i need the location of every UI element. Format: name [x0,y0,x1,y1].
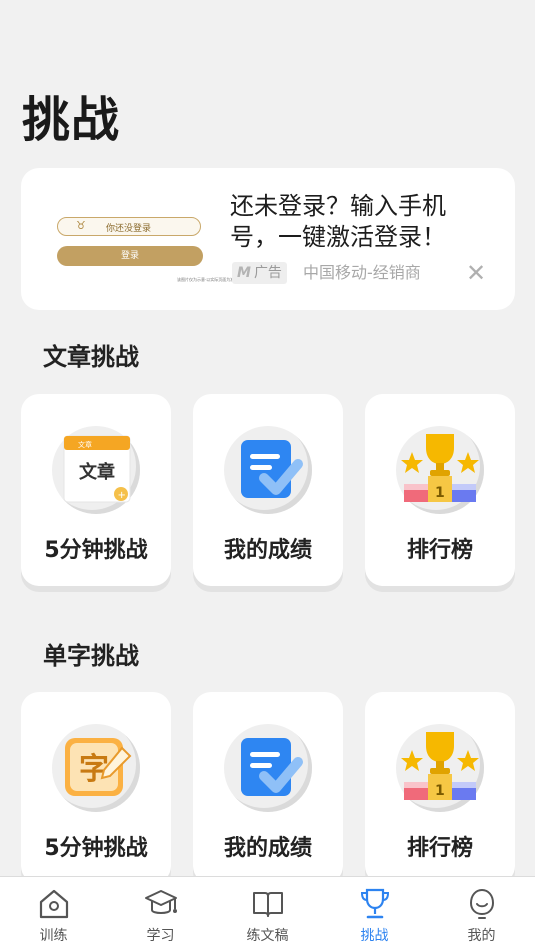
card-label: 我的成绩 [223,836,312,861]
svg-text:1: 1 [435,485,445,501]
card-article-leaderboard[interactable]: 1 排行榜 [365,394,515,586]
nav-label: 练文稿 [246,928,289,944]
bottom-nav: 训练 学习 练文稿 挑战 我的 [0,876,535,952]
close-icon[interactable]: ✕ [466,259,486,287]
section-title-article: 文章挑战 [43,343,139,371]
ad-thumb-pill-text: 你还没登录 [106,224,152,234]
svg-text:文章: 文章 [79,461,115,483]
nav-label: 训练 [39,928,68,944]
user-icon: ♉ [76,219,86,232]
nav-label: 我的 [467,928,496,944]
ad-tag-label: 广告 [253,265,282,281]
ad-thumb-login-button: 登录 [57,246,203,266]
card-label: 5分钟挑战 [44,836,148,861]
svg-text:1: 1 [435,783,445,799]
trophy-podium-icon: 1 [396,724,484,812]
card-label: 排行榜 [406,836,473,861]
card-character-scores[interactable]: 我的成绩 [193,692,343,884]
score-doc-icon [224,724,312,812]
article-calendar-icon: 文章 文章 + [52,426,140,514]
nav-item-me[interactable]: 我的 [428,877,535,952]
ad-thumbnail[interactable]: ♉ 你还没登录 登录 该图片仅为示意·以实际页面为准 [51,208,236,290]
book-icon [253,892,283,917]
svg-text:+: + [118,490,126,501]
graduation-cap-icon [145,890,177,914]
nav-label: 挑战 [360,928,389,944]
home-icon [39,889,69,919]
nav-item-study[interactable]: 学习 [107,877,214,952]
nav-label: 学习 [146,928,175,944]
nav-item-practice[interactable]: 练文稿 [214,877,321,952]
card-character-5min[interactable]: 字 5分钟挑战 [21,692,171,884]
svg-text:文章: 文章 [78,440,92,449]
trophy-icon [360,888,390,919]
page-title: 挑战 [22,92,121,148]
section-title-character: 单字挑战 [43,642,139,670]
profile-icon [469,888,495,919]
card-label: 5分钟挑战 [44,538,148,563]
ad-thumb-pill: ♉ 你还没登录 [57,217,201,236]
card-character-leaderboard[interactable]: 1 排行榜 [365,692,515,884]
trophy-podium-icon: 1 [396,426,484,514]
ad-tag: M 广告 [232,262,287,284]
nav-item-challenge[interactable]: 挑战 [321,877,428,952]
card-label: 我的成绩 [223,538,312,563]
card-article-5min[interactable]: 文章 文章 + 5分钟挑战 [21,394,171,586]
ad-logo-icon: M [237,265,251,281]
card-label: 排行榜 [406,538,473,563]
character-icon: 字 [52,724,140,812]
card-article-scores[interactable]: 我的成绩 [193,394,343,586]
ad-source: 中国移动-经销商 [303,263,421,282]
nav-item-training[interactable]: 训练 [0,877,107,952]
ad-close-button[interactable]: ✕ [466,260,486,286]
score-doc-icon [224,426,312,514]
ad-thumb-tiny-text: 该图片仅为示意·以实际页面为准 [177,277,235,282]
ad-headline[interactable]: 还未登录？输入手机号，一键激活登录！ [230,191,485,253]
